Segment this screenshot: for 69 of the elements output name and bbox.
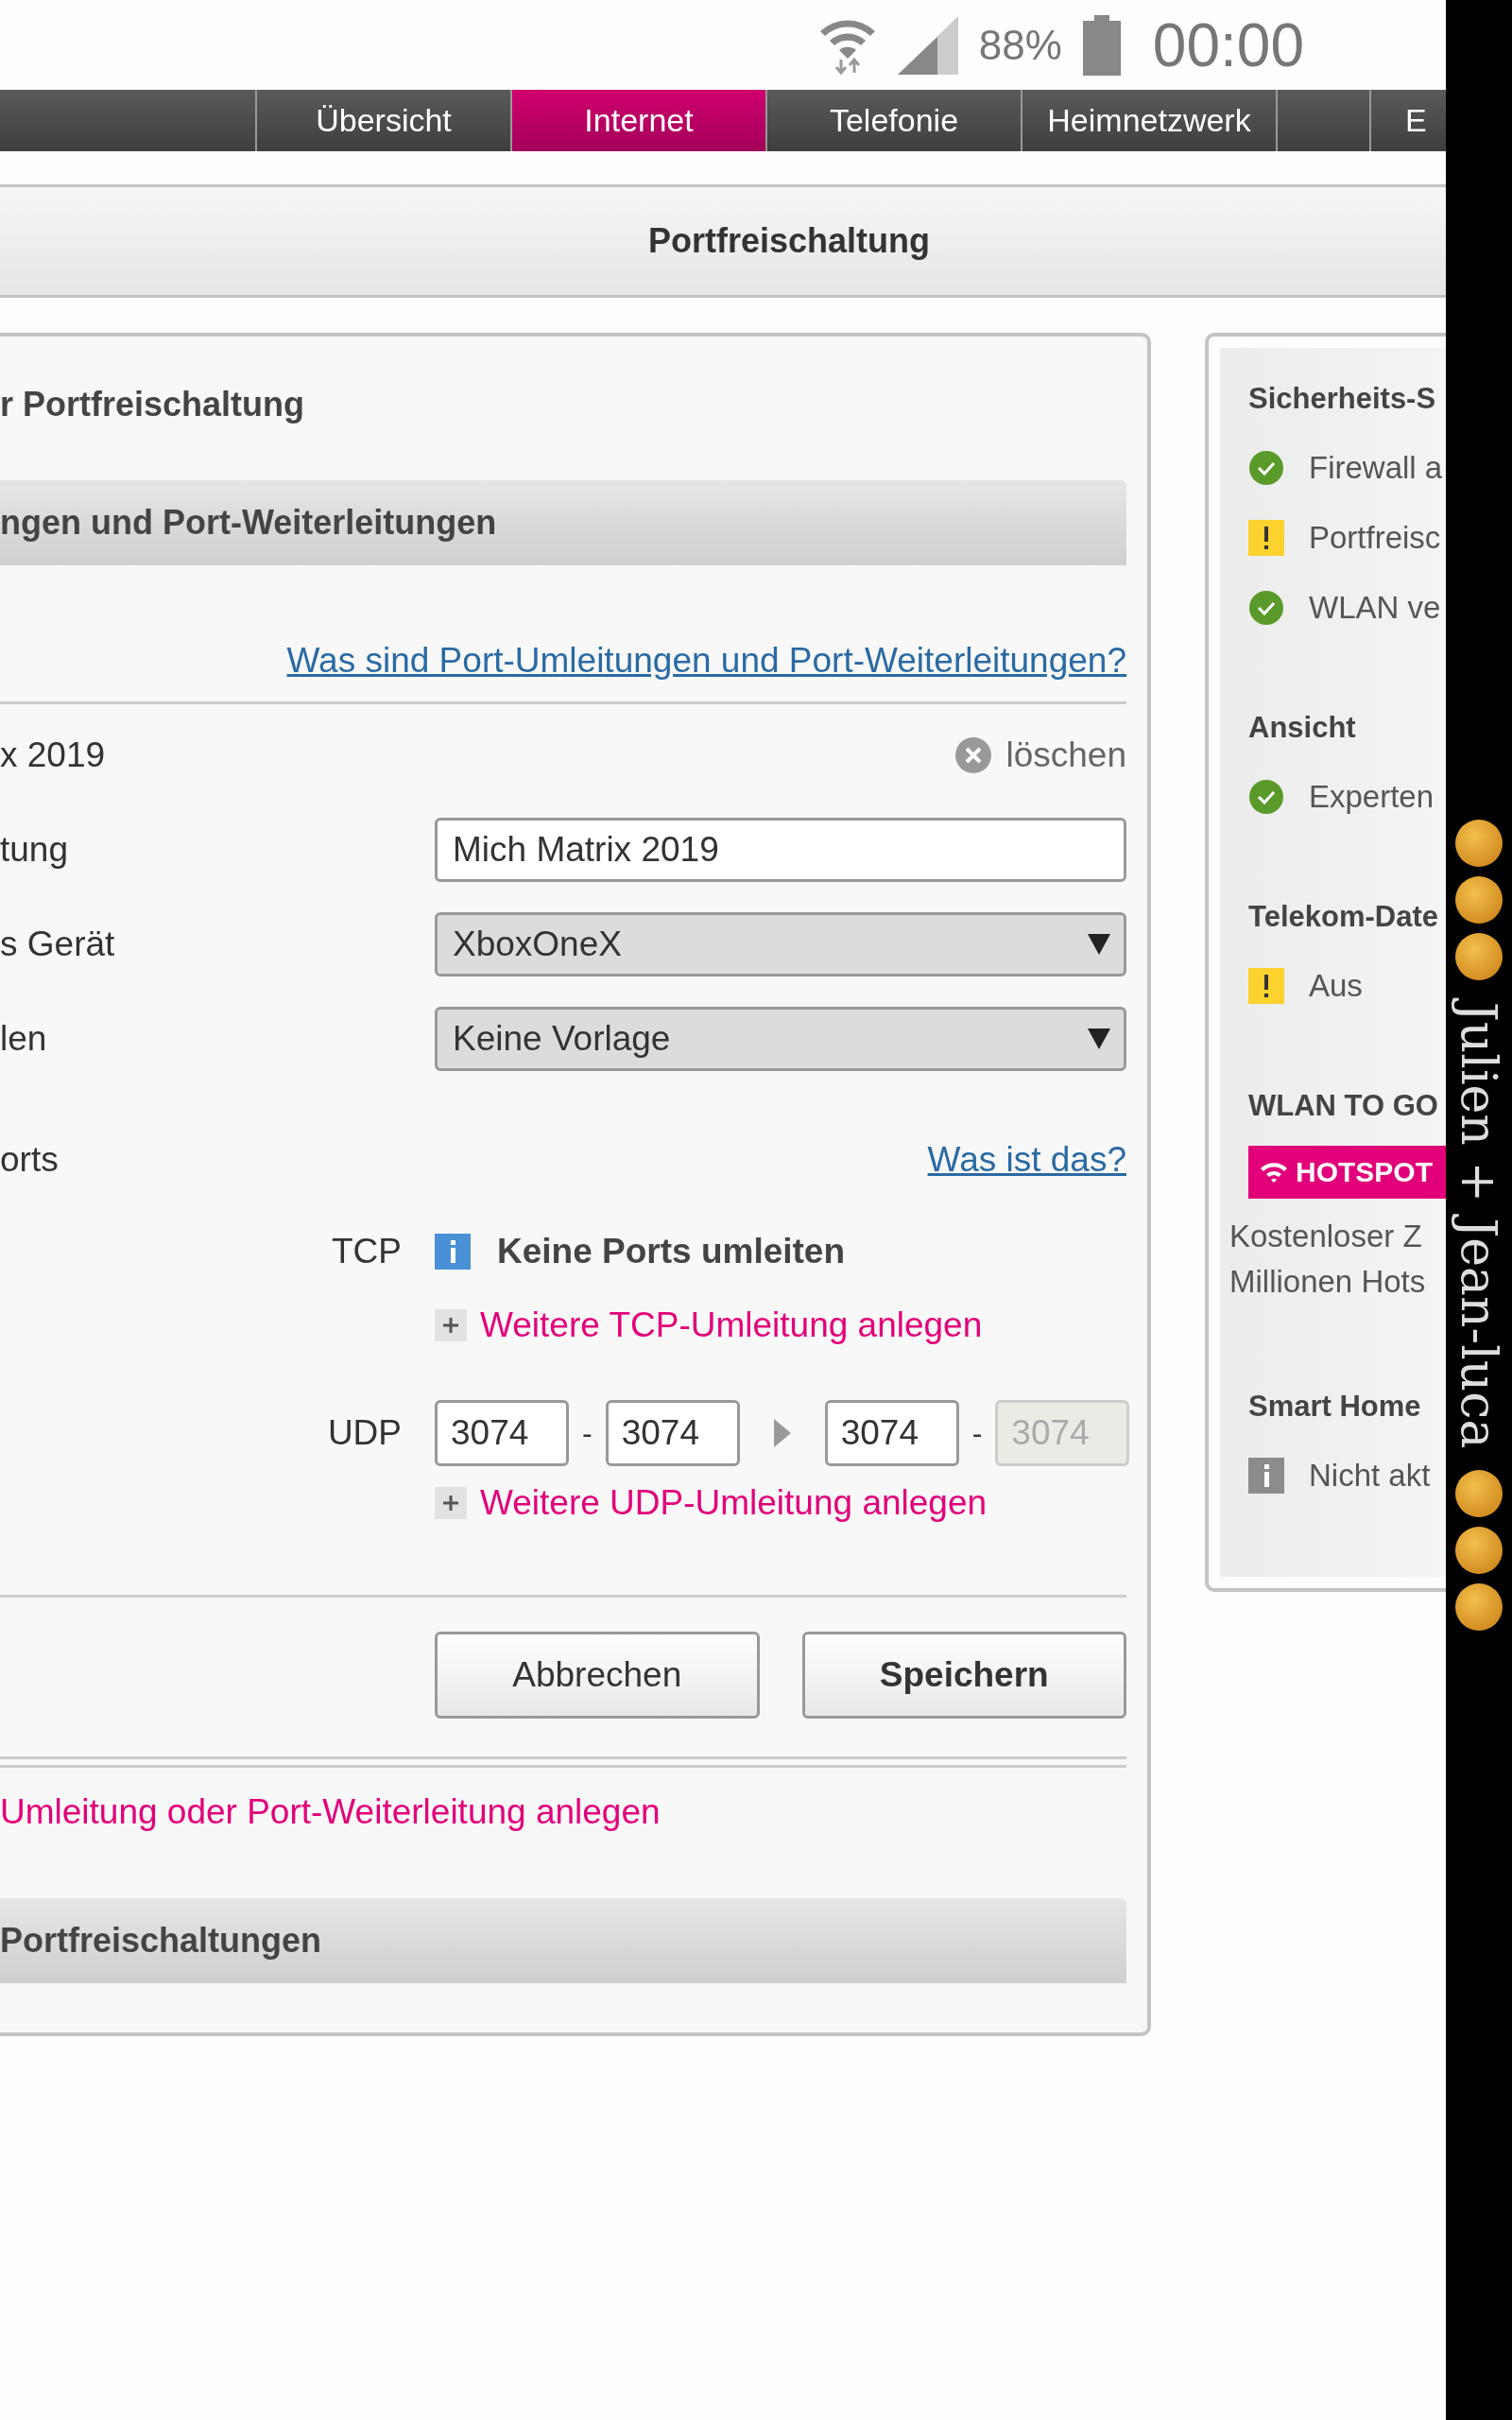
field-label: len — [0, 1019, 48, 1059]
entry-name: x 2019 — [0, 735, 106, 775]
protocol-label: TCP — [331, 1232, 403, 1271]
check-icon — [1248, 450, 1284, 486]
handwritten-note: Julien + Jean-luca — [1451, 1000, 1507, 1451]
panel-title: r Portfreischaltung — [0, 384, 306, 425]
save-button[interactable]: Speichern — [801, 1632, 1126, 1719]
section-header: ngen und Port-Weiterleitungen — [0, 480, 1126, 565]
port-field[interactable]: 3074 — [605, 1400, 740, 1466]
clock: 00:00 — [1152, 9, 1304, 80]
status-text: Nicht akt — [1309, 1458, 1431, 1494]
status-text: WLAN ve — [1309, 590, 1441, 626]
hotspot-badge[interactable]: HOTSPOT — [1248, 1146, 1446, 1199]
caret-icon — [1088, 934, 1110, 955]
close-icon — [954, 736, 993, 774]
port-field[interactable]: 3074 — [824, 1400, 959, 1466]
status-text: Experten — [1309, 779, 1435, 815]
nav-tab[interactable]: Internet — [512, 90, 767, 151]
nav-tab[interactable]: Telefonie — [767, 90, 1022, 151]
sticker-icon — [1455, 1583, 1503, 1632]
warning-icon — [1248, 520, 1284, 556]
help-link[interactable]: Was ist das? — [927, 1140, 1126, 1180]
plus-icon[interactable] — [435, 1487, 467, 1519]
section-title: Ansicht — [1248, 711, 1357, 745]
protocol-label: UDP — [326, 1413, 403, 1453]
field-label: s Gerät — [0, 925, 116, 964]
sticker-icon — [1455, 1527, 1503, 1575]
help-link[interactable]: Was sind Port-Umleitungen und Port-Weiterleitungen? — [286, 641, 1126, 681]
add-link[interactable]: Weitere TCP-Umleitung anlegen — [480, 1305, 983, 1345]
section-title: Telekom-Date — [1248, 900, 1439, 934]
sticker-icon — [1455, 1470, 1503, 1518]
battery-percent: 88% — [978, 21, 1062, 69]
section-title: WLAN TO GO — [1248, 1089, 1439, 1123]
section-title: Sicherheits-S — [1248, 382, 1437, 416]
arrow-icon — [773, 1419, 791, 1447]
check-icon — [1248, 590, 1284, 626]
page-title: Portfreischaltung — [0, 184, 1446, 298]
signal-icon — [897, 15, 958, 75]
field-label: tung — [0, 830, 69, 870]
add-link[interactable]: Weitere UDP-Umleitung anlegen — [480, 1483, 988, 1523]
check-icon — [1248, 779, 1284, 815]
name-field[interactable]: Mich Matrix 2019 — [435, 818, 1126, 882]
nav-tab[interactable]: Heimnetzwerk — [1022, 90, 1278, 151]
info-text: Keine Ports umleiten — [497, 1232, 846, 1271]
nav-tab[interactable]: E — [1371, 90, 1439, 151]
add-link[interactable]: Umleitung oder Port-Weiterleitung anlegen — [0, 1792, 661, 1831]
section-title: Smart Home — [1248, 1390, 1422, 1424]
sticker-icon — [1455, 876, 1503, 924]
range-dash: - — [971, 1415, 983, 1451]
field-label: orts — [0, 1140, 59, 1180]
port-field[interactable]: 3074 — [435, 1400, 569, 1466]
sticker-icon — [1455, 820, 1503, 867]
range-dash: - — [582, 1415, 593, 1451]
description: Kostenloser Z Millionen Hots — [1229, 1218, 1427, 1301]
status-text: Portfreisc — [1309, 520, 1441, 556]
battery-icon — [1082, 14, 1121, 76]
warning-icon — [1248, 968, 1284, 1004]
delete-link[interactable]: löschen — [954, 735, 1126, 775]
status-text: Aus — [1309, 968, 1363, 1004]
cancel-button[interactable]: Abbrechen — [435, 1632, 760, 1719]
info-icon — [1248, 1458, 1284, 1494]
section-header: Portfreischaltungen — [0, 1898, 1126, 1983]
dropdown[interactable]: XboxOneX — [435, 912, 1126, 977]
caret-icon — [1088, 1028, 1110, 1049]
dropdown[interactable]: Keine Vorlage — [435, 1007, 1126, 1071]
sticker-icon — [1455, 933, 1503, 980]
info-icon — [435, 1234, 471, 1270]
status-text: Firewall a — [1309, 450, 1443, 486]
plus-icon[interactable] — [435, 1309, 467, 1341]
